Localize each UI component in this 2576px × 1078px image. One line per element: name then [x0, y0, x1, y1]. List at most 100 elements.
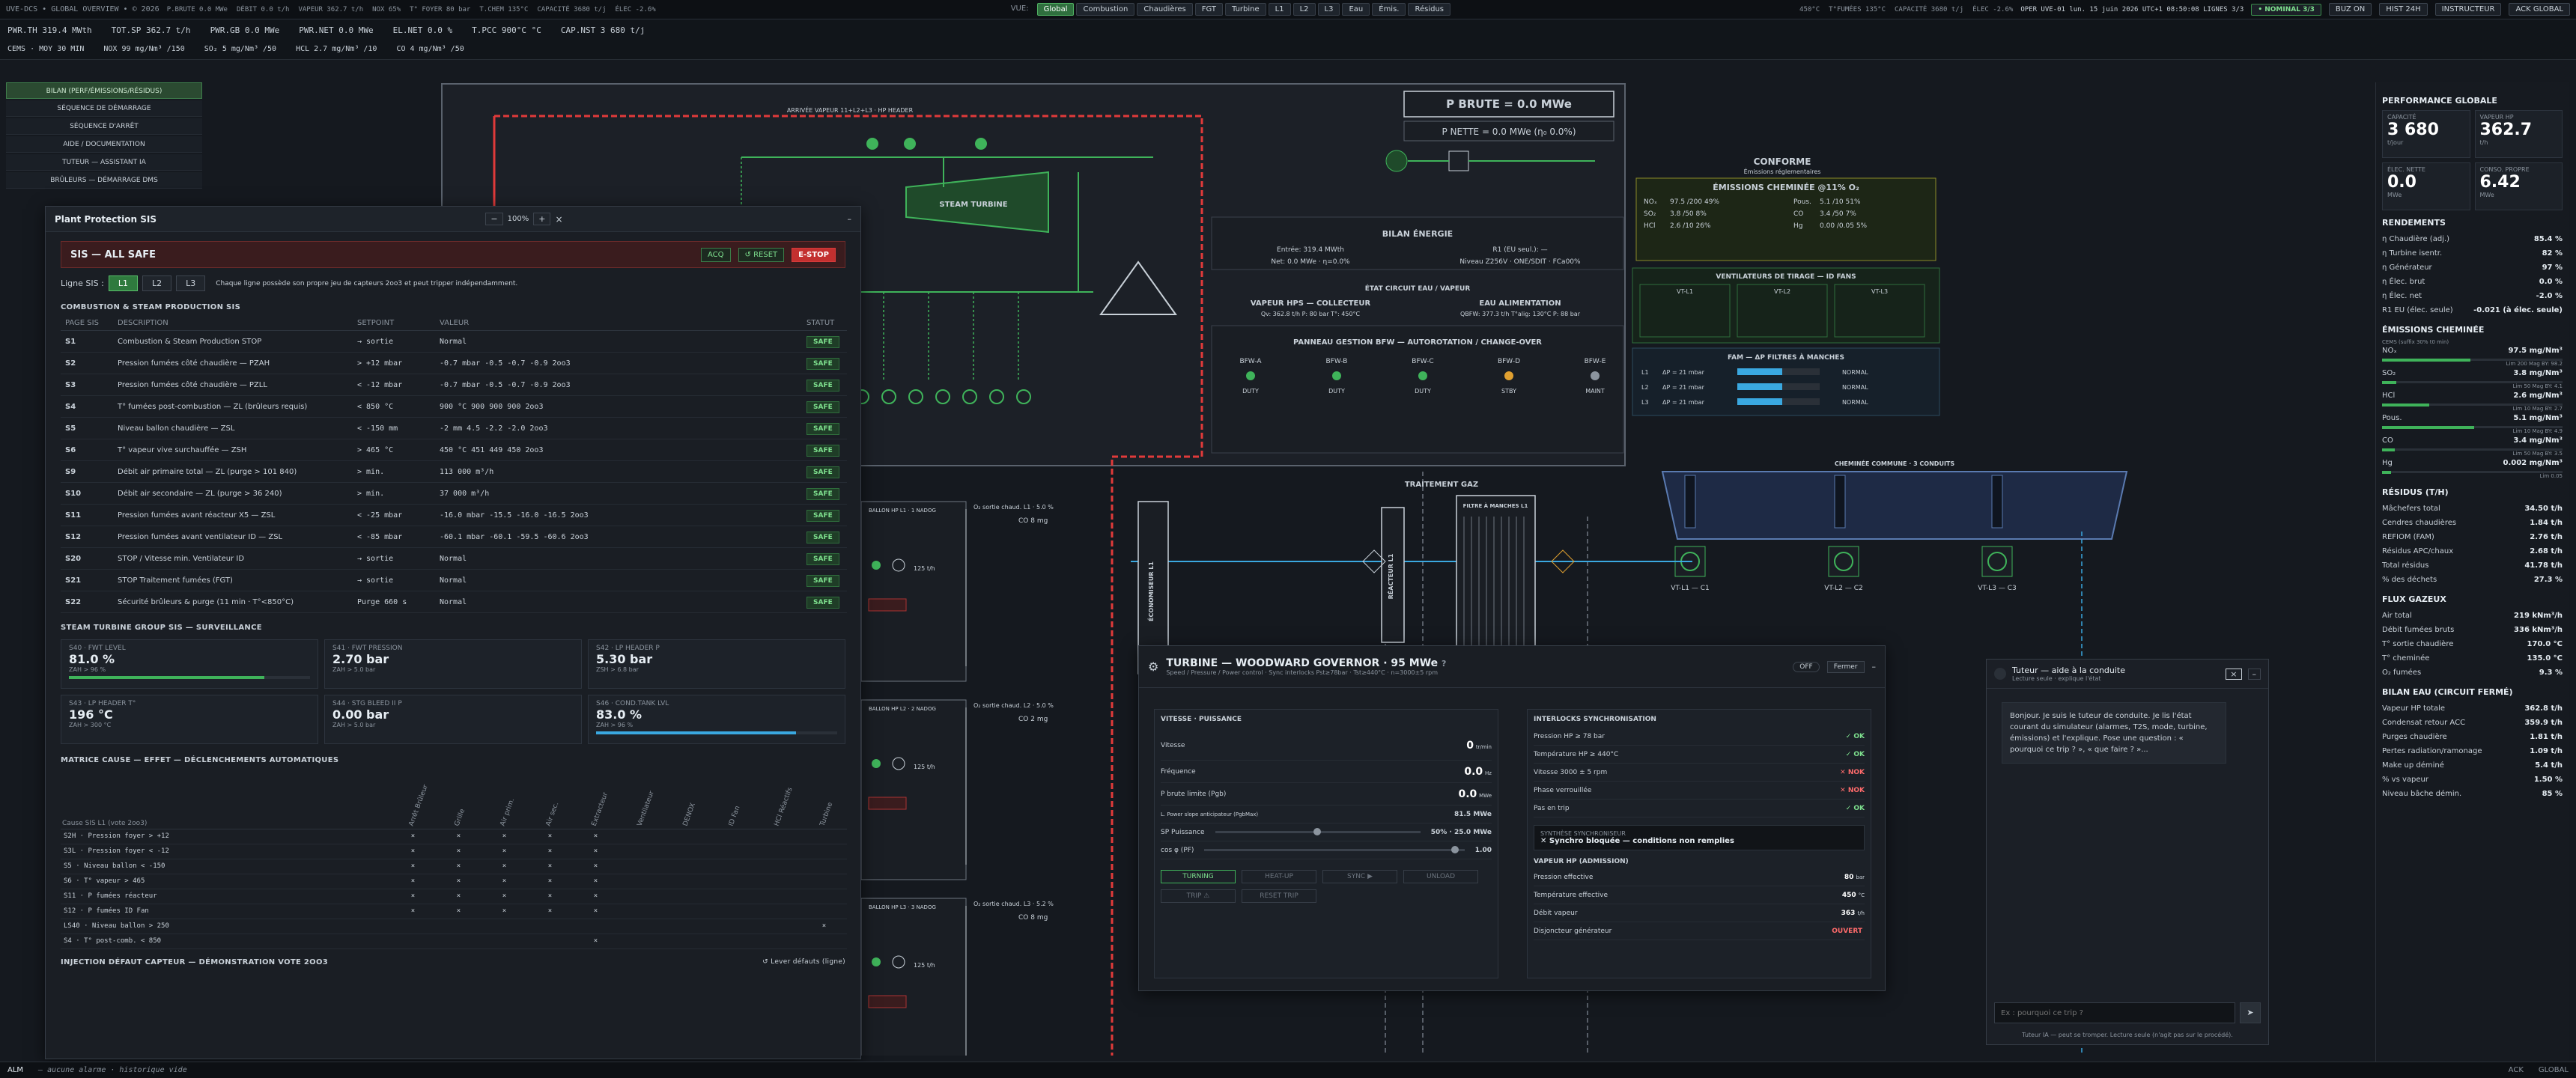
- top-right-status: OPER UVE-01 lun. 15 juin 2026 UTC+1 08:5…: [2020, 3, 2570, 16]
- bfw-pump-icon[interactable]: [1332, 371, 1341, 380]
- view-tab-turbine[interactable]: Turbine: [1224, 3, 1266, 16]
- view-tab-rsidus[interactable]: Résidus: [1408, 3, 1451, 16]
- admission-label: Disjoncteur générateur: [1534, 927, 1612, 935]
- view-tab-mis[interactable]: Émis.: [1372, 3, 1406, 16]
- power-limit-row: L. Power slope anticipateur (PgbMax) 81.5…: [1161, 806, 1492, 823]
- table-row[interactable]: S5 Niveau ballon chaudière — ZSL < -150 mm…: [61, 417, 847, 439]
- close-button[interactable]: Fermer: [1826, 660, 1865, 673]
- info-icon[interactable]: ?: [1442, 659, 1446, 669]
- valve-icon[interactable]: [872, 759, 881, 768]
- footer-ack-button[interactable]: ACK: [2509, 1066, 2524, 1074]
- bfw-pump-icon[interactable]: [1418, 371, 1427, 380]
- view-tab-l1[interactable]: L1: [1268, 3, 1291, 16]
- view-tab-fgt[interactable]: FGT: [1194, 3, 1223, 16]
- nav-stop-sequence[interactable]: SÉQUENCE D'ARRÊT: [6, 118, 202, 135]
- table-row[interactable]: S9 Débit air primaire total — ZL (purge >…: [61, 460, 847, 483]
- mode-button[interactable]: TRIP ⚠: [1161, 889, 1236, 903]
- table-row[interactable]: S22 Sécurité brûleurs & purge (11 min · T…: [61, 591, 847, 613]
- matrix-cell: [619, 904, 664, 919]
- minimize-icon[interactable]: –: [1872, 662, 1877, 672]
- buzzer-button[interactable]: BUZ ON: [2328, 3, 2372, 16]
- sis-window-header[interactable]: Plant Protection SIS − 100% + × –: [46, 207, 860, 232]
- matrix-cell: ×: [482, 874, 527, 889]
- nav-start-sequence[interactable]: SÉQUENCE DE DÉMARRAGE: [6, 100, 202, 117]
- nav-bilan[interactable]: BILAN (PERF/ÉMISSIONS/RÉSIDUS): [6, 82, 202, 99]
- mode-button[interactable]: RESET TRIP: [1242, 889, 1316, 903]
- bfw-pump-icon[interactable]: [1504, 371, 1513, 380]
- reset-button[interactable]: ↺ RESET: [738, 247, 785, 262]
- valve-icon[interactable]: [872, 561, 881, 570]
- mode-button[interactable]: SYNC ▶: [1322, 870, 1397, 883]
- matrix-cell: [801, 904, 847, 919]
- send-icon[interactable]: ➤: [2240, 1002, 2261, 1023]
- valve-icon[interactable]: [872, 957, 881, 966]
- view-tab-l3[interactable]: L3: [1317, 3, 1340, 16]
- drum-label: BALLON HP L2 · 2 NADOG: [869, 706, 936, 712]
- table-row[interactable]: S12 Pression fumées avant ventilateur ID …: [61, 526, 847, 548]
- line-tab-l1[interactable]: L1: [108, 275, 138, 291]
- view-tab-global[interactable]: Global: [1036, 3, 1075, 16]
- kpi-value: 362.7: [2479, 121, 2533, 139]
- stat-label: Condensat retour ACC: [2382, 719, 2466, 727]
- power-setpoint-slider[interactable]: [1215, 828, 1421, 835]
- close-icon[interactable]: ×: [2226, 668, 2242, 680]
- table-row[interactable]: S1 Combustion & Steam Production STOP → so…: [61, 330, 847, 353]
- bfw-pump-state: DUTY: [1328, 388, 1345, 395]
- view-tab-l2[interactable]: L2: [1292, 3, 1316, 16]
- view-tab-chaudires[interactable]: Chaudières: [1137, 3, 1193, 16]
- footer-global-button[interactable]: GLOBAL: [2539, 1066, 2569, 1074]
- tutor-input[interactable]: [1994, 1002, 2235, 1023]
- view-tab-combustion[interactable]: Combustion: [1076, 3, 1135, 16]
- table-row[interactable]: S3 Pression fumées côté chaudière — PZLL <…: [61, 374, 847, 396]
- bfw-pump-icon[interactable]: [1591, 371, 1600, 380]
- kpi-value: 6.42: [2479, 173, 2521, 192]
- speed-unit: tr/min: [1475, 743, 1492, 750]
- nav-burners[interactable]: BRÛLEURS — DÉMARRAGE DMS: [6, 172, 202, 189]
- matrix-cell: [482, 919, 527, 934]
- turbine-header[interactable]: ⚙ TURBINE — WOODWARD GOVERNOR · 95 MWe ?…: [1139, 646, 1885, 688]
- pf-slider[interactable]: [1204, 846, 1465, 853]
- matrix-cell: ×: [527, 859, 573, 874]
- table-row[interactable]: S20 STOP / Vitesse min. Ventilateur ID → s…: [61, 547, 847, 570]
- table-row[interactable]: S10 Débit air secondaire — ZL (purge > 36…: [61, 482, 847, 505]
- nav-help[interactable]: AIDE / DOCUMENTATION: [6, 136, 202, 153]
- matrix-cell: [710, 844, 756, 859]
- line-tab-l2[interactable]: L2: [142, 275, 172, 291]
- table-row[interactable]: S4 T° fumées post-combustion — ZL (brûleu…: [61, 395, 847, 418]
- zoom-in-button[interactable]: +: [533, 213, 551, 225]
- bfw-pump-icon[interactable]: [1246, 371, 1255, 380]
- kpi-value: 0.0: [2387, 173, 2416, 192]
- nav-tutor[interactable]: TUTEUR — ASSISTANT IA: [6, 154, 202, 171]
- interlock-label: Phase verrouillée: [1534, 786, 1592, 794]
- estop-button[interactable]: E-STOP: [792, 247, 836, 262]
- history-button[interactable]: HIST 24H: [2379, 3, 2428, 16]
- minimize-icon[interactable]: –: [2247, 668, 2261, 680]
- line-tab-l3[interactable]: L3: [176, 275, 206, 291]
- governor-toggle[interactable]: OFF: [1793, 661, 1820, 672]
- zoom-out-button[interactable]: −: [485, 213, 503, 225]
- turbine-window: ⚙ TURBINE — WOODWARD GOVERNOR · 95 MWe ?…: [1138, 645, 1886, 991]
- table-row[interactable]: S11 Pression fumées avant réacteur X5 — Z…: [61, 504, 847, 526]
- mode-button[interactable]: UNLOAD: [1403, 870, 1478, 883]
- close-icon[interactable]: ×: [555, 214, 562, 225]
- matrix-cell: ×: [482, 859, 527, 874]
- ticker-item: CAPACITÉ 3680 t/j: [1895, 5, 1964, 13]
- ack-global-button[interactable]: ACK GLOBAL: [2509, 3, 2570, 16]
- mode-button[interactable]: TURNING: [1161, 870, 1236, 883]
- ack-button[interactable]: ACQ: [701, 247, 731, 262]
- mode-button[interactable]: HEAT-UP: [1242, 870, 1316, 883]
- admission-label: Température effective: [1534, 891, 1608, 899]
- fan-icon-box[interactable]: [1828, 546, 1859, 577]
- instructor-button[interactable]: INSTRUCTEUR: [2434, 3, 2502, 16]
- table-row[interactable]: S2 Pression fumées côté chaudière — PZAH >…: [61, 352, 847, 374]
- matrix-cell: ×: [390, 889, 436, 904]
- minimize-icon[interactable]: –: [848, 214, 852, 224]
- view-tab-eau[interactable]: Eau: [1342, 3, 1370, 16]
- table-row[interactable]: S6 T° vapeur vive surchauffée — ZSH > 465 …: [61, 439, 847, 461]
- id-fans-title: VENTILATEURS DE TIRAGE — ID FANS: [1716, 273, 1856, 281]
- clear-faults-link[interactable]: ↺ Lever défauts (ligne): [762, 958, 845, 966]
- fan-icon-box[interactable]: [1981, 546, 2013, 577]
- matrix-cell: [664, 889, 710, 904]
- table-row[interactable]: S21 STOP Traitement fumées (FGT) → sortie N…: [61, 569, 847, 591]
- line-note: Chaque ligne possède son propre jeu de c…: [216, 279, 518, 287]
